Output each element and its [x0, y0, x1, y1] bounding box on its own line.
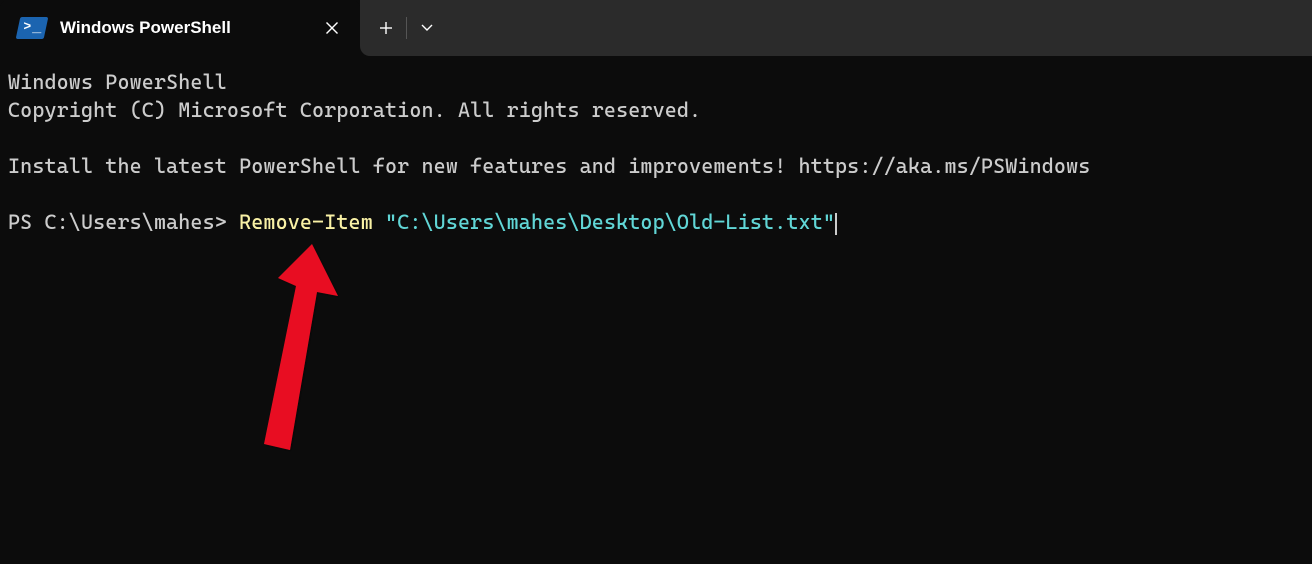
terminal-area[interactable]: Windows PowerShell Copyright (C) Microso…: [0, 56, 1312, 248]
plus-icon: [379, 21, 393, 35]
chevron-down-icon: [420, 23, 434, 33]
terminal-line: Copyright (C) Microsoft Corporation. All…: [8, 98, 701, 122]
terminal-line: Windows PowerShell: [8, 70, 227, 94]
new-tab-button[interactable]: [366, 0, 406, 56]
cmd-argument: "C:\Users\mahes\Desktop\Old-List.txt": [385, 210, 835, 234]
powershell-icon: [16, 17, 49, 39]
prompt: PS C:\Users\mahes>: [8, 210, 239, 234]
text-cursor: [835, 213, 837, 235]
terminal-line: Install the latest PowerShell for new fe…: [8, 154, 1090, 178]
close-icon: [325, 21, 339, 35]
tab-actions: [360, 0, 1312, 56]
close-tab-button[interactable]: [318, 14, 346, 42]
tab-title: Windows PowerShell: [60, 18, 304, 38]
tab-powershell[interactable]: Windows PowerShell: [0, 0, 360, 56]
title-bar: Windows PowerShell: [0, 0, 1312, 56]
cmdlet: Remove-Item: [239, 210, 373, 234]
tab-dropdown-button[interactable]: [407, 0, 447, 56]
annotation-arrow: [250, 240, 350, 460]
